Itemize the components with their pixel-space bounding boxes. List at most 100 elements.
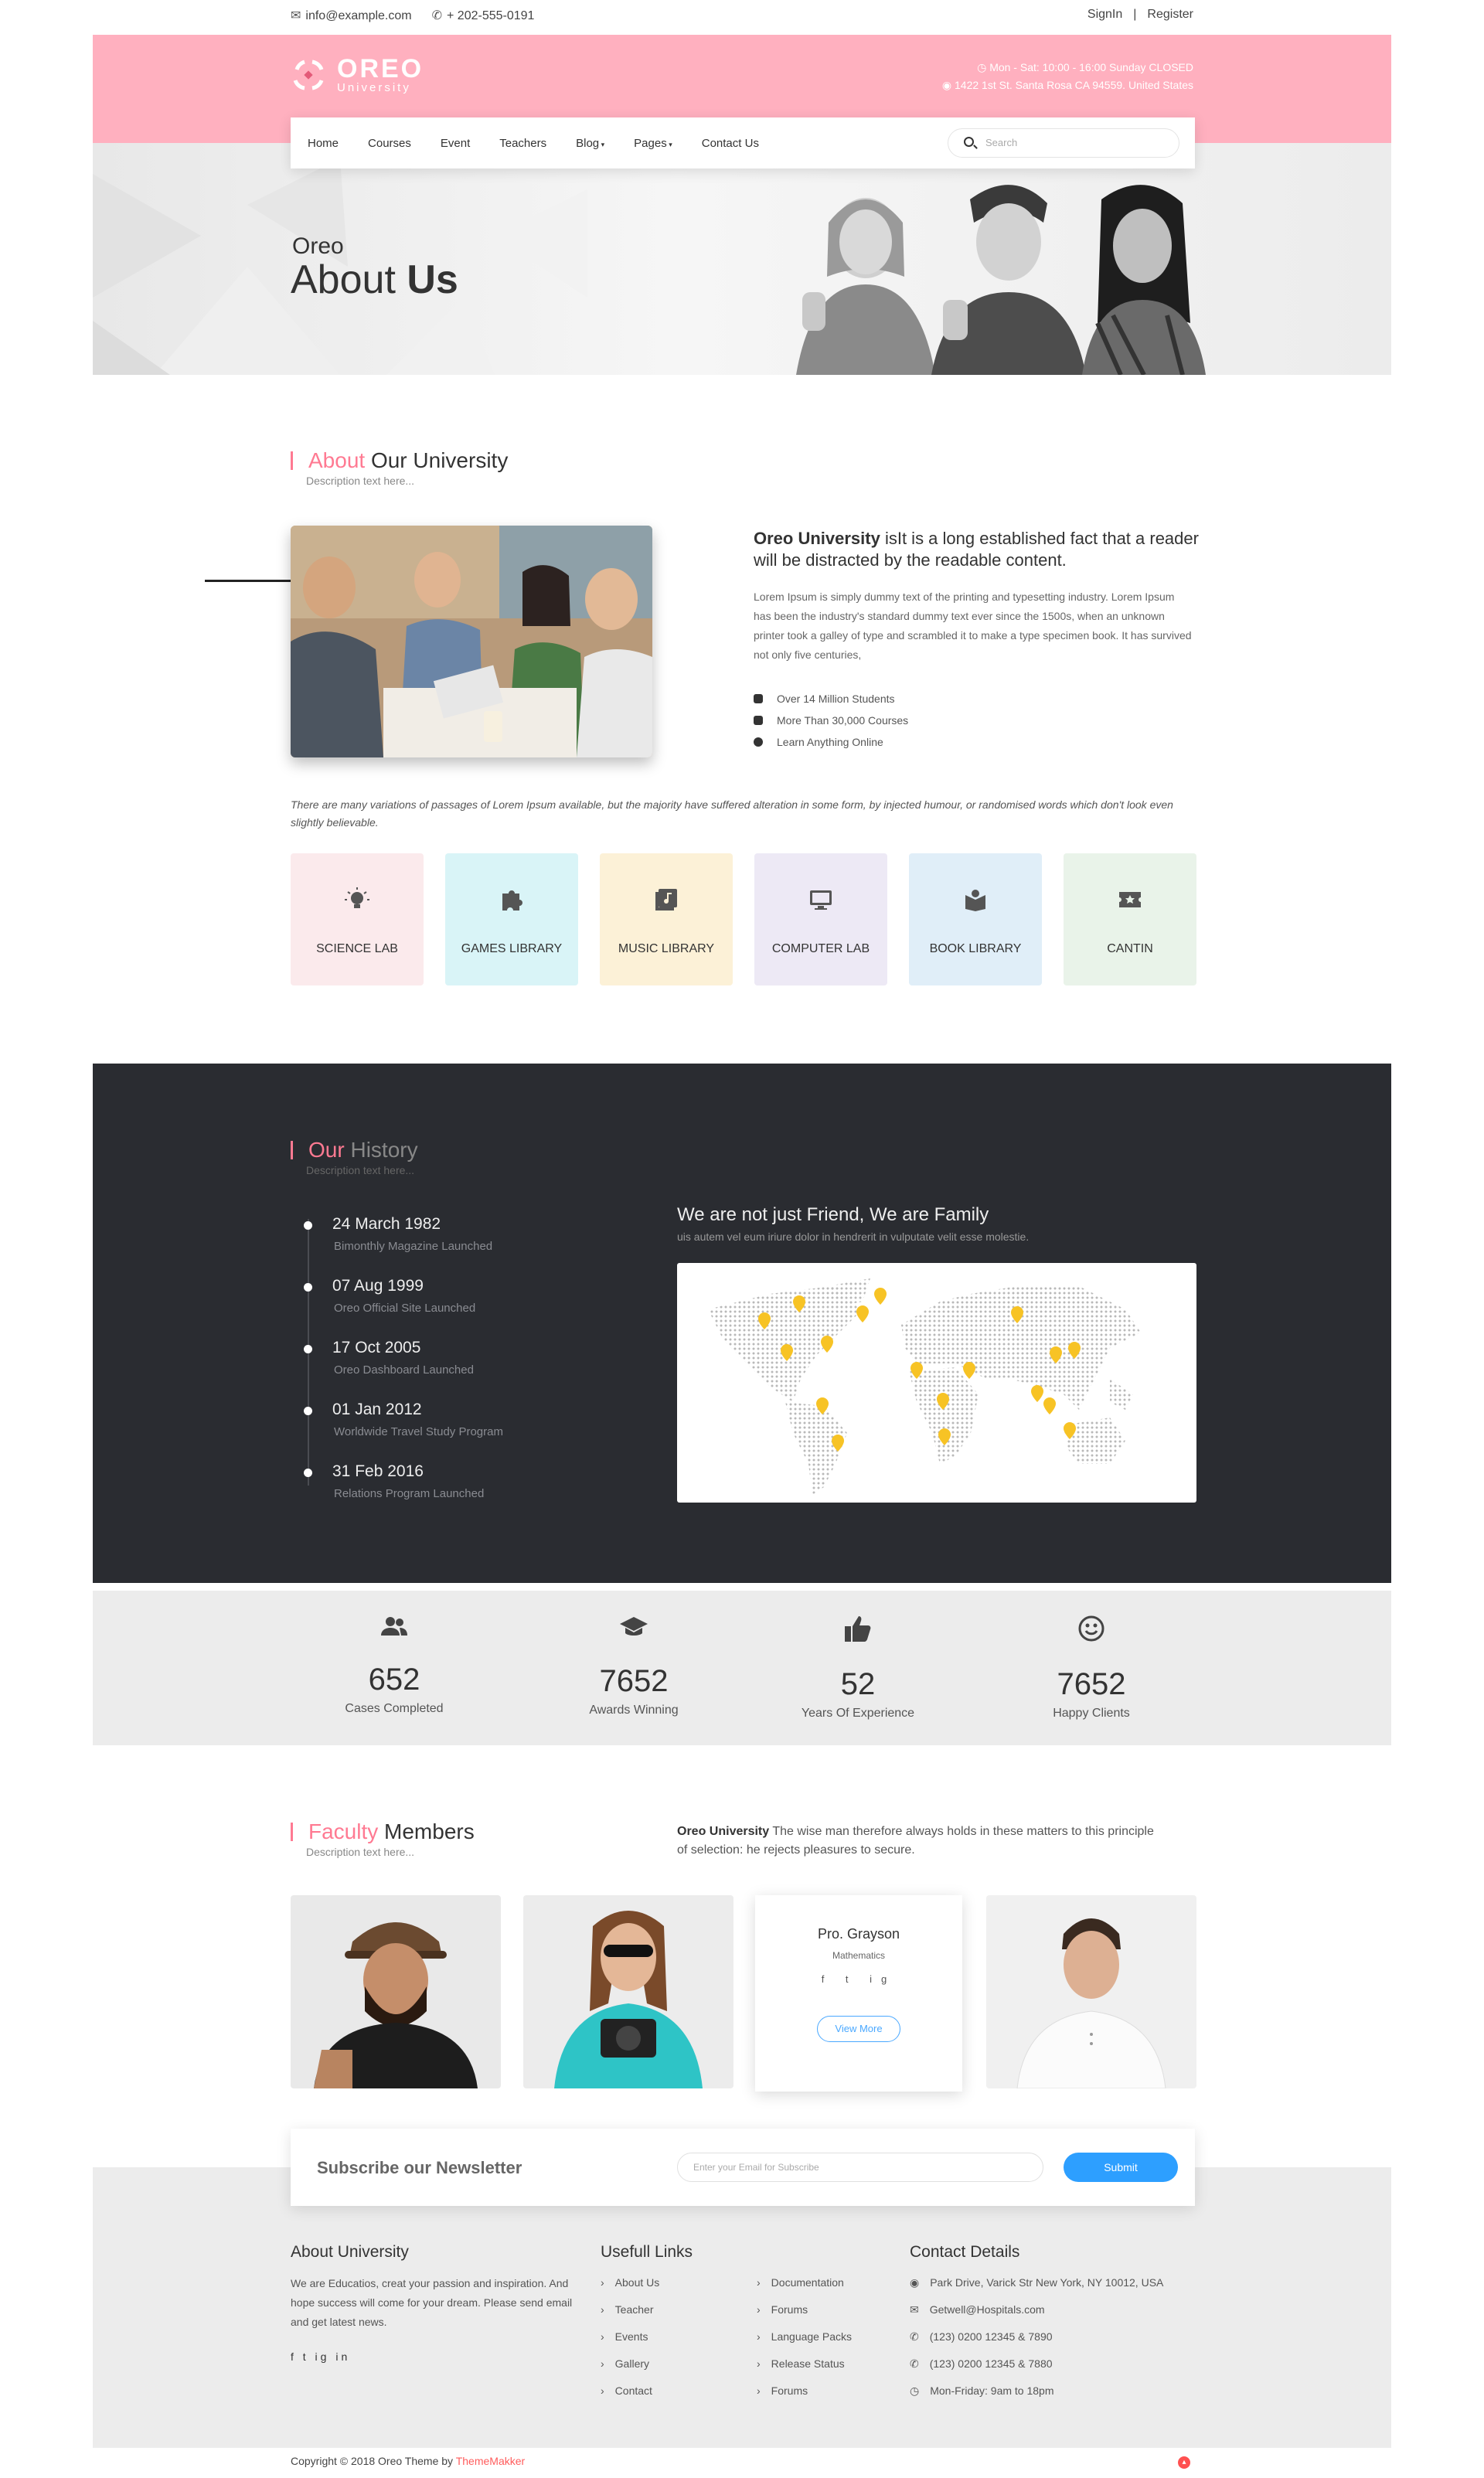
chevron-right-icon: › <box>757 2384 761 2397</box>
section-description: Description text here... <box>306 475 415 487</box>
social-icons[interactable]: f t ig <box>755 1973 962 1985</box>
footer-about-text: We are Educatios, creat your passion and… <box>291 2277 573 2328</box>
facility-card[interactable]: BOOK LIBRARY <box>909 853 1042 985</box>
nav-courses[interactable]: Courses <box>368 137 411 150</box>
ticket-icon <box>1119 892 1141 907</box>
search-input[interactable]: Search <box>948 128 1179 158</box>
timeline-dot <box>304 1345 312 1353</box>
stat-item: 7652 Happy Clients <box>991 1615 1192 1721</box>
nav-home[interactable]: Home <box>308 137 339 150</box>
bulb-icon <box>345 887 369 908</box>
faculty-heading-block: Faculty Members Description text here... <box>291 1821 475 1858</box>
caret-down-icon: ▾ <box>666 140 672 148</box>
location-icon: ◉ <box>910 2276 920 2289</box>
nav-contact[interactable]: Contact Us <box>702 137 759 150</box>
thumbs-up-icon <box>845 1616 871 1642</box>
email-contact[interactable]: ✉ info@example.com <box>291 8 412 23</box>
logo-mark-icon <box>291 57 326 93</box>
footer-link[interactable]: › Events <box>601 2323 757 2350</box>
footer-link[interactable]: › About Us <box>601 2269 757 2296</box>
nav-event[interactable]: Event <box>441 137 470 150</box>
chevron-right-icon: › <box>601 2330 604 2343</box>
address: 1422 1st St. Santa Rosa CA 94559. United… <box>955 79 1193 91</box>
world-map[interactable] <box>677 1263 1196 1503</box>
footer-social-icons[interactable]: f t ig in <box>291 2350 584 2363</box>
nav-teachers[interactable]: Teachers <box>499 137 546 150</box>
logo[interactable]: OREO University <box>291 56 424 94</box>
puzzle-icon <box>502 890 522 911</box>
facility-card[interactable]: CANTIN <box>1064 853 1196 985</box>
contact-item: ✆ (123) 0200 12345 & 7880 <box>910 2350 1219 2378</box>
about-feature-list: Over 14 Million Students More Than 30,00… <box>754 688 908 753</box>
register-link[interactable]: Register <box>1147 8 1193 22</box>
footer-link[interactable]: › Forums <box>757 2378 852 2405</box>
header-info: ◷ Mon - Sat: 10:00 - 16:00 Sunday CLOSED… <box>942 59 1193 94</box>
section-description: Description text here... <box>306 1164 415 1176</box>
phone-icon: ✆ <box>910 2357 919 2370</box>
thememakker-link[interactable]: ThemeMakker <box>456 2455 525 2467</box>
footer-heading: Usefull Links <box>601 2243 693 2261</box>
footer-link[interactable]: › Teacher <box>601 2296 757 2323</box>
italic-note: There are many variations of passages of… <box>291 798 1173 829</box>
phone-contact[interactable]: ✆ + 202-555-0191 <box>432 8 535 23</box>
facility-card[interactable]: COMPUTER LAB <box>754 853 887 985</box>
view-more-button[interactable]: View More <box>817 2016 900 2042</box>
family-text: uis autem vel eum iriure dolor in hendre… <box>677 1230 1030 1243</box>
faculty-subject: Mathematics <box>832 1950 886 1961</box>
book-icon <box>965 890 985 911</box>
music-icon <box>655 889 677 911</box>
faculty-photo[interactable] <box>291 1895 501 2088</box>
about-group-photo <box>291 526 652 757</box>
thumbs-up-icon <box>754 716 763 725</box>
faculty-intro: Oreo University The wise man therefore a… <box>677 1825 1154 1857</box>
chevron-right-icon: › <box>757 2357 761 2370</box>
nav-blog[interactable]: Blog ▾ <box>576 137 604 150</box>
scroll-top-button[interactable]: ▴ <box>1178 2456 1190 2469</box>
faculty-card: Pro. Grayson Mathematics f t ig View Mor… <box>755 1895 962 2092</box>
mail-icon: ✉ <box>291 9 301 22</box>
search-icon <box>964 137 974 147</box>
signin-link[interactable]: SignIn <box>1087 8 1122 22</box>
timeline-dot <box>304 1469 312 1477</box>
about-lead: Oreo University isIt is a long establish… <box>754 529 1199 570</box>
stat-item: 7652 Awards Winning <box>533 1615 734 1717</box>
stats-section <box>93 1591 1391 1745</box>
graduation-cap-icon <box>754 694 763 703</box>
footer-heading: About University <box>291 2243 409 2261</box>
main-nav: Home Courses Event Teachers Blog ▾ Pages… <box>291 117 1195 168</box>
faculty-photo[interactable] <box>523 1895 733 2088</box>
facility-card[interactable]: GAMES LIBRARY <box>445 853 578 985</box>
contact-item[interactable]: ✉ Getwell@Hospitals.com <box>910 2296 1219 2323</box>
email-subscribe-input[interactable]: Enter your Email for Subscribe <box>677 2153 1043 2182</box>
footer-links: Usefull Links › About Us › Teacher › Events… <box>601 2243 910 2405</box>
timeline-dot <box>304 1407 312 1415</box>
footer-link[interactable]: › Gallery <box>601 2350 757 2378</box>
logo-sub: University <box>337 81 411 94</box>
newsletter-title: Subscribe our Newsletter <box>317 2158 522 2177</box>
opening-hours: Mon - Sat: 10:00 - 16:00 Sunday CLOSED <box>989 61 1193 73</box>
chevron-right-icon: › <box>757 2330 761 2343</box>
section-heading: About Our University <box>291 450 508 471</box>
monitor-icon <box>810 890 832 910</box>
copyright: Copyright © 2018 Oreo Theme by ThemeMakk… <box>291 2455 526 2467</box>
globe-icon <box>754 737 763 747</box>
location-icon: ◉ <box>941 79 955 91</box>
list-item: Over 14 Million Students <box>754 688 908 710</box>
users-icon <box>381 1617 407 1636</box>
submit-button[interactable]: Submit <box>1064 2153 1178 2182</box>
phone-icon: ✆ <box>910 2330 919 2343</box>
hero-title: About Us <box>291 257 458 302</box>
faculty-photo[interactable] <box>986 1895 1196 2088</box>
footer-link[interactable]: › Language Packs <box>757 2323 852 2350</box>
nav-pages[interactable]: Pages ▾ <box>634 137 672 150</box>
mail-icon: ✉ <box>910 2303 919 2316</box>
footer-link[interactable]: › Release Status <box>757 2350 852 2378</box>
footer-link[interactable]: › Forums <box>757 2296 852 2323</box>
facility-card[interactable]: MUSIC LIBRARY <box>600 853 733 985</box>
footer-heading: Contact Details <box>910 2243 1020 2261</box>
chevron-right-icon: › <box>601 2357 604 2370</box>
stat-item: 52 Years Of Experience <box>757 1615 958 1721</box>
facility-card[interactable]: SCIENCE LAB <box>291 853 424 985</box>
footer-link[interactable]: › Contact <box>601 2378 757 2405</box>
footer-link[interactable]: › Documentation <box>757 2269 852 2296</box>
